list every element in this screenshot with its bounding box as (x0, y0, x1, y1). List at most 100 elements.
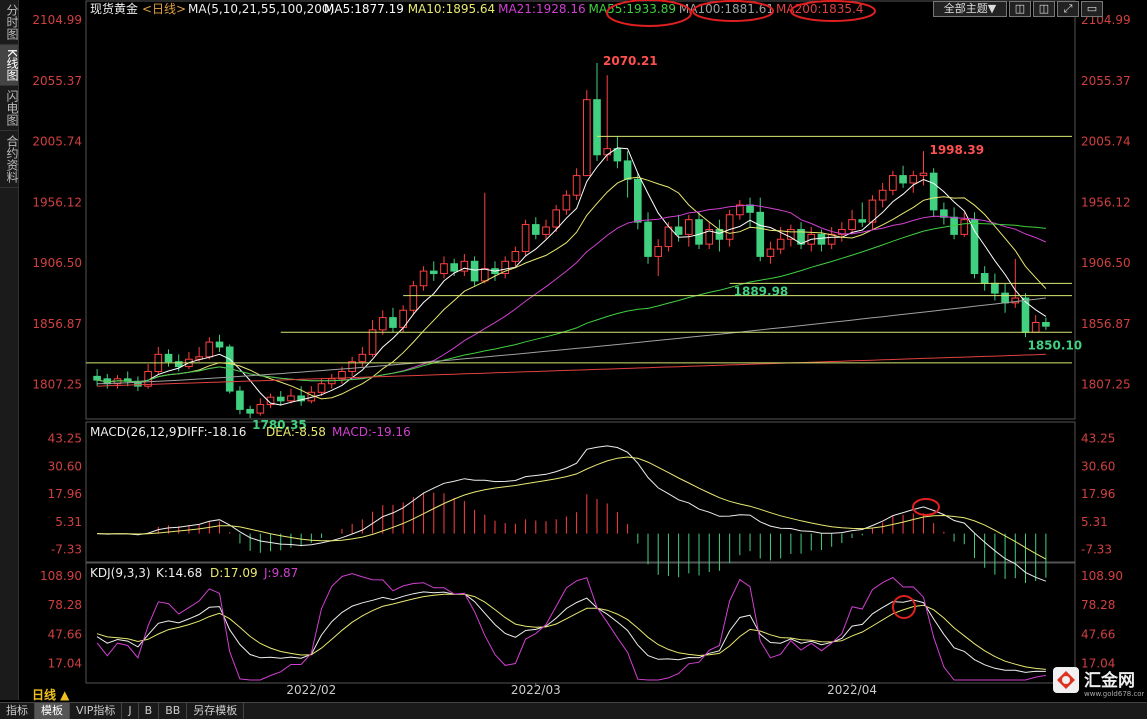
kdj-tick-right: 108.90 (1081, 569, 1123, 583)
candle-body (368, 329, 377, 355)
macd-tick-left: 30.60 (48, 459, 82, 473)
candle-body (480, 268, 489, 282)
tab-flash[interactable]: 闪电图 (0, 86, 19, 131)
split-icon[interactable]: ◫ (1033, 1, 1055, 17)
macd-tick-left: 43.25 (48, 431, 82, 445)
candle-body (215, 341, 224, 348)
macd-tick-right: 5.31 (1081, 515, 1108, 529)
macd-tick-right: 30.60 (1081, 459, 1115, 473)
macd-line (97, 445, 1047, 582)
candle-body (685, 219, 693, 235)
macd-diff: DIFF:-18.16 (178, 425, 246, 439)
tab-timeshare[interactable]: 分时图 (0, 0, 19, 45)
price-tick-left: 2005.74 (32, 135, 82, 149)
candle-body (623, 160, 632, 180)
candle-body (960, 219, 969, 235)
candle-body (276, 396, 285, 402)
ma-value: MA5:1877.19 (324, 2, 404, 16)
kdj-tick-right: 78.28 (1081, 598, 1115, 612)
window-icon[interactable]: ▭ (1081, 1, 1103, 17)
price-tick-left: 1856.87 (32, 317, 82, 331)
candle-body (919, 172, 928, 177)
bottom-tab-templates[interactable]: 模板 (35, 703, 70, 719)
bottom-tab-vip[interactable]: VIP指标 (70, 703, 123, 719)
bottom-tab-indicators[interactable]: 指标 (0, 703, 35, 719)
candle-body (776, 238, 785, 250)
left-tab-strip: 分时图 K线图 闪电图 合约资料 (0, 0, 19, 700)
candle-body (899, 175, 907, 184)
bottom-tab-j[interactable]: J (122, 703, 139, 719)
candle-body (725, 214, 734, 240)
price-tick-left: 1956.12 (32, 195, 82, 209)
price-panel-frame (85, 0, 1076, 420)
price-tick-right: 2005.74 (1081, 135, 1131, 149)
candle-body (317, 383, 326, 393)
candle-body (450, 263, 458, 272)
bottom-tab-b[interactable]: B (139, 703, 160, 719)
layout-icon[interactable]: ◫ (1009, 1, 1031, 17)
candle-body (542, 226, 550, 235)
price-tick-right: 2055.37 (1081, 74, 1131, 88)
ma-value: MA10:1895.64 (408, 2, 496, 16)
candle-body (848, 219, 856, 230)
candle-body (205, 341, 214, 358)
candle-body (246, 408, 254, 414)
candle-body (582, 99, 591, 177)
highlight-ellipse (912, 498, 940, 516)
expand-icon[interactable]: ⤢ (1057, 1, 1079, 17)
low-annotation: 1889.98 (734, 284, 789, 298)
price-tick-right: 1906.50 (1081, 256, 1131, 270)
top-toolbar: 全部主题▼ ◫ ◫ ⤢ ▭ (933, 1, 1103, 17)
period-tag: <日线> (142, 2, 186, 16)
candle-body (511, 251, 520, 262)
candle-body (980, 273, 989, 284)
candle-body (409, 285, 418, 311)
candle-body (766, 248, 775, 257)
tab-kline[interactable]: K线图 (0, 45, 19, 86)
candle-body (1001, 292, 1009, 304)
high-annotation: 1998.39 (929, 143, 984, 157)
kdj-line (96, 591, 1046, 673)
macd-dea: DEA:-8.58 (266, 425, 326, 439)
ma-params: MA(5,10,21,55,100,200) (188, 2, 334, 16)
tab-contract-info[interactable]: 合约资料 (0, 131, 19, 188)
bottom-tab-save-template[interactable]: 另存模板 (187, 703, 245, 719)
candle-body (562, 194, 571, 211)
price-tick-left: 2055.37 (32, 74, 82, 88)
candle-body (429, 270, 438, 275)
ma-line (97, 222, 1046, 383)
macd-tick-left: 5.31 (55, 515, 82, 529)
price-tick-right: 1807.25 (1081, 378, 1131, 392)
theme-dropdown-button[interactable]: 全部主题▼ (933, 1, 1007, 17)
chart-canvas[interactable]: 2104.99 2104.992055.37 2055.372005.74 2005.… (18, 0, 1147, 700)
macd-panel-frame (85, 421, 1076, 563)
ma-value: MA200:1835.4 (776, 2, 864, 16)
candle-body (531, 224, 540, 235)
candle-body (889, 175, 897, 191)
kdj-tick-left: 47.66 (48, 627, 82, 641)
candle-body (664, 226, 673, 248)
ma-line (97, 353, 1046, 387)
period-selector[interactable]: 日线 ▲ (32, 686, 69, 703)
macd-line (97, 456, 1047, 560)
candle-body (817, 233, 826, 245)
candle-body (552, 209, 561, 228)
kdj-tick-left: 78.28 (48, 598, 82, 612)
candle-body (327, 378, 336, 385)
candle-body (358, 353, 367, 363)
candle-body (603, 148, 612, 156)
macd-tick-right: 17.96 (1081, 487, 1115, 501)
kdj-tick-left: 17.04 (48, 657, 82, 671)
instrument-name: 现货黄金 (90, 1, 138, 16)
bottom-tab-bb[interactable]: BB (159, 703, 188, 719)
ma-line (97, 204, 1047, 383)
macd-tick-right: 43.25 (1081, 431, 1115, 445)
macd-tick-left: 17.96 (48, 487, 82, 501)
candle-body (93, 375, 101, 381)
kdj-d: D:17.09 (210, 566, 258, 580)
macd-title: MACD(26,12,9) (90, 425, 181, 439)
ma-value: MA55:1933.89 (589, 2, 677, 16)
low-annotation: 1850.10 (1027, 338, 1082, 352)
kdj-title: KDJ(9,3,3) (90, 566, 151, 580)
candle-body (746, 204, 754, 213)
